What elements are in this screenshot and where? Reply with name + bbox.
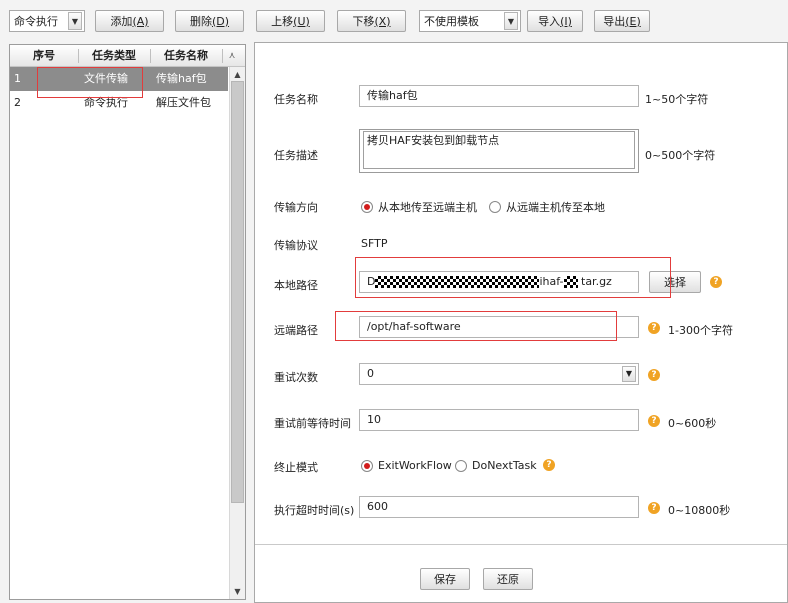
- radio-unselected-icon: [455, 459, 467, 472]
- column-divider: [78, 49, 79, 63]
- row-name: 解压文件包: [156, 96, 211, 109]
- column-header-type[interactable]: 任务类型: [80, 45, 148, 67]
- row-name: 传输haf包: [156, 72, 207, 85]
- column-header-no[interactable]: 序号: [24, 45, 64, 67]
- import-button-key: (I): [560, 14, 572, 28]
- move-down-button[interactable]: 下移 (X): [337, 10, 406, 32]
- protocol-value: SFTP: [361, 237, 388, 250]
- save-button-label: 保存: [434, 573, 456, 586]
- move-up-button[interactable]: 上移 (U): [256, 10, 325, 32]
- help-icon[interactable]: ?: [710, 276, 722, 288]
- task-desc-hint: 0~500个字符: [645, 149, 716, 162]
- delete-button[interactable]: 删除 (D): [175, 10, 244, 32]
- add-button[interactable]: 添加 (A): [95, 10, 164, 32]
- direction-option2-label: 从远端主机传至本地: [506, 201, 605, 214]
- template-select[interactable]: 不使用模板 ▼: [419, 10, 521, 32]
- retry-count-select[interactable]: 0 ▼: [359, 363, 639, 385]
- restore-button[interactable]: 还原: [483, 568, 533, 590]
- delete-button-key: (D): [211, 14, 230, 28]
- chevron-down-icon[interactable]: ▼: [504, 12, 518, 30]
- task-type-select[interactable]: 命令执行 ▼: [9, 10, 85, 32]
- export-button-label: 导出: [603, 15, 626, 28]
- task-desc-textarea[interactable]: 拷贝HAF安装包到卸载节点: [359, 129, 639, 173]
- help-icon[interactable]: ?: [648, 369, 660, 381]
- task-type-select-value: 命令执行: [14, 15, 58, 28]
- export-button-key: (E): [625, 14, 641, 28]
- add-button-key: (A): [132, 14, 149, 28]
- help-icon[interactable]: ?: [648, 502, 660, 514]
- remote-path-label: 远端路径: [274, 324, 318, 337]
- restore-button-label: 还原: [497, 573, 519, 586]
- stop-mode-exit-radio[interactable]: ExitWorkFlow: [361, 459, 452, 472]
- column-menu-icon[interactable]: ⋏: [224, 45, 240, 67]
- scroll-up-arrow-icon[interactable]: ▲: [230, 67, 245, 82]
- retry-wait-hint: 0~600秒: [668, 417, 717, 430]
- scroll-down-arrow-icon[interactable]: ▼: [230, 584, 245, 599]
- column-header-name[interactable]: 任务名称: [152, 45, 220, 67]
- task-name-label: 任务名称: [274, 93, 318, 106]
- retry-count-value: 0: [367, 367, 374, 380]
- task-desc-text: 拷贝HAF安装包到卸载节点: [363, 131, 635, 169]
- direction-label: 传输方向: [274, 201, 318, 214]
- stop-mode-label: 终止模式: [274, 461, 318, 474]
- direction-option1-label: 从本地传至远端主机: [378, 201, 477, 214]
- stop-mode-option1-label: ExitWorkFlow: [378, 459, 452, 472]
- direction-remote-to-local-radio[interactable]: 从远端主机传至本地: [489, 199, 605, 215]
- row-no: 1: [14, 72, 21, 85]
- highlight-box-task-type: [37, 67, 143, 98]
- chevron-down-icon[interactable]: ▼: [68, 12, 82, 30]
- chevron-down-icon[interactable]: ▼: [622, 366, 636, 382]
- task-table-scrollbar[interactable]: ▲ ▼: [229, 67, 245, 599]
- row-no: 2: [14, 96, 21, 109]
- timeout-hint: 0~10800秒: [668, 504, 731, 517]
- task-name-hint: 1~50个字符: [645, 93, 709, 106]
- highlight-box-remote-path: [335, 311, 617, 341]
- column-divider: [222, 49, 223, 63]
- move-down-button-label: 下移: [352, 15, 375, 28]
- timeout-label: 执行超时时间(s): [274, 504, 355, 517]
- move-up-button-key: (U): [293, 14, 310, 28]
- stop-mode-next-radio[interactable]: DoNextTask: [455, 459, 537, 472]
- save-button[interactable]: 保存: [420, 568, 470, 590]
- task-table-header: 序号 任务类型 任务名称 ⋏: [10, 45, 245, 67]
- add-button-label: 添加: [110, 15, 133, 28]
- help-icon[interactable]: ?: [648, 415, 660, 427]
- retry-count-label: 重试次数: [274, 371, 318, 384]
- import-button-label: 导入: [538, 15, 561, 28]
- scrollbar-thumb[interactable]: [231, 81, 244, 503]
- delete-button-label: 删除: [189, 15, 212, 28]
- help-icon[interactable]: ?: [543, 459, 555, 471]
- move-up-button-label: 上移: [271, 15, 294, 28]
- direction-local-to-remote-radio[interactable]: 从本地传至远端主机: [361, 199, 477, 215]
- retry-wait-label: 重试前等待时间: [274, 417, 351, 430]
- task-name-input[interactable]: 传输haf包: [359, 85, 639, 107]
- protocol-label: 传输协议: [274, 239, 318, 252]
- column-divider: [150, 49, 151, 63]
- retry-wait-input[interactable]: 10: [359, 409, 639, 431]
- export-button[interactable]: 导出 (E): [594, 10, 650, 32]
- help-icon[interactable]: ?: [648, 322, 660, 334]
- template-select-value: 不使用模板: [424, 15, 479, 28]
- radio-selected-icon: [361, 459, 373, 472]
- timeout-input[interactable]: 600: [359, 496, 639, 518]
- import-button[interactable]: 导入 (I): [527, 10, 583, 32]
- stop-mode-option2-label: DoNextTask: [472, 459, 537, 472]
- remote-path-hint: 1-300个字符: [668, 324, 733, 337]
- local-path-label: 本地路径: [274, 279, 318, 292]
- move-down-button-key: (X): [374, 14, 391, 28]
- highlight-box-local-path: [355, 257, 671, 298]
- radio-selected-icon: [361, 201, 373, 213]
- task-desc-label: 任务描述: [274, 149, 318, 162]
- radio-unselected-icon: [489, 201, 501, 213]
- task-table: 序号 任务类型 任务名称 ⋏ 1 文件传输 传输haf包 2 命令执行 解压文件…: [9, 44, 246, 600]
